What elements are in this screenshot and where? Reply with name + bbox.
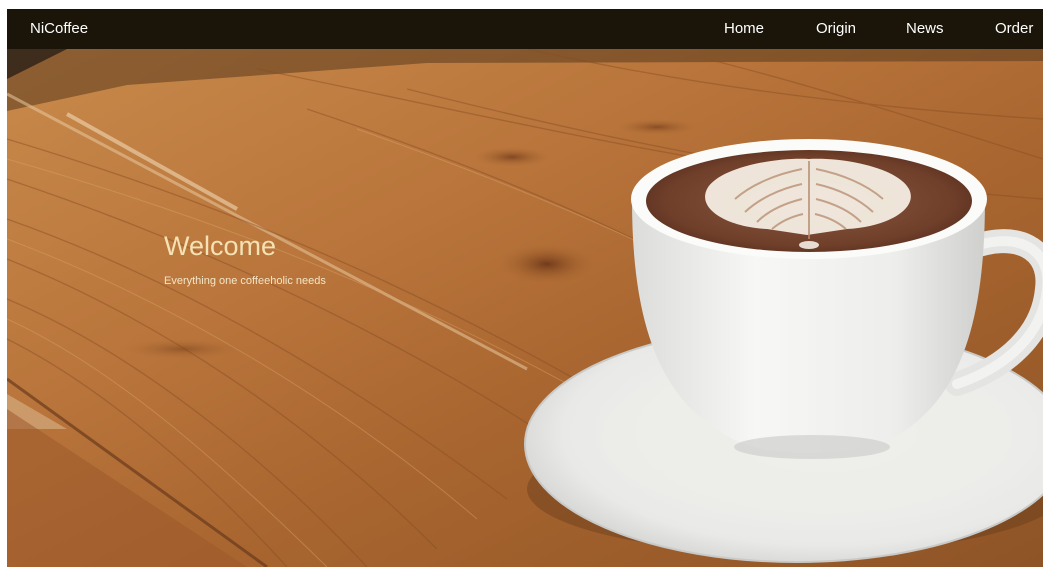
- brand-logo-link[interactable]: NiCoffee: [30, 20, 88, 38]
- hero-section: Welcome Everything one coffeeholic needs: [7, 49, 1043, 567]
- nav-link-order[interactable]: Order: [995, 20, 1033, 38]
- nav-link-home[interactable]: Home: [724, 20, 764, 38]
- nav-link-origin[interactable]: Origin: [816, 20, 856, 38]
- page: NiCoffee Home Origin News Order Welcome …: [7, 9, 1043, 567]
- hero-background-image: [7, 49, 1043, 567]
- top-navbar: NiCoffee Home Origin News Order: [7, 9, 1043, 49]
- hero-title: Welcome: [164, 231, 277, 261]
- nav-link-news[interactable]: News: [906, 20, 944, 38]
- hero-subtitle: Everything one coffeeholic needs: [164, 275, 326, 287]
